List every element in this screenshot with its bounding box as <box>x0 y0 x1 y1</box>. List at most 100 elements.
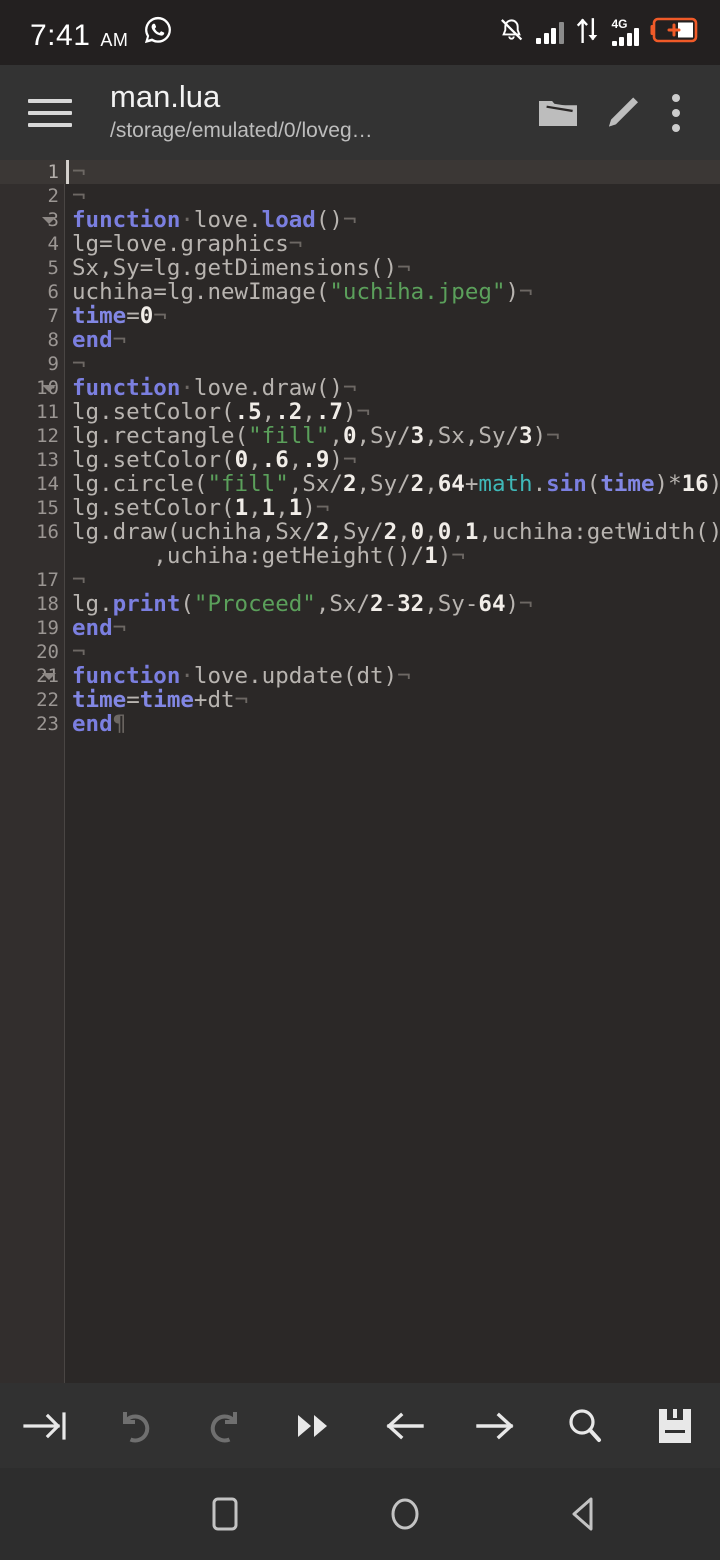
line-number: 10 <box>36 377 59 399</box>
hamburger-bar <box>28 122 72 127</box>
code-text[interactable]: ¬ <box>65 352 720 376</box>
page-title: man.lua <box>110 80 221 114</box>
fast-forward-button[interactable] <box>270 1383 360 1468</box>
code-text[interactable]: ¬ <box>65 160 720 184</box>
code-line[interactable]: 12 lg.rectangle("fill",0,Sy/3,Sx,Sy/3)¬ <box>0 424 720 448</box>
line-number: 22 <box>36 689 59 711</box>
code-line[interactable]: 23 end¶ <box>0 712 720 736</box>
code-text[interactable]: ¬ <box>65 568 720 592</box>
title-block[interactable]: man.lua /storage/emulated/0/loveg… <box>110 81 526 144</box>
code-line[interactable]: 15 lg.setColor(1,1,1)¬ <box>0 496 720 520</box>
line-number: 7 <box>47 305 59 327</box>
code-text[interactable]: time=0¬ <box>65 304 720 328</box>
search-button[interactable] <box>540 1383 630 1468</box>
pencil-icon[interactable] <box>590 81 654 145</box>
code-text[interactable]: lg.setColor(0,.6,.9)¬ <box>65 448 720 472</box>
code-text[interactable]: lg=love.graphics¬ <box>65 232 720 256</box>
line-number: 8 <box>47 329 59 351</box>
line-number: 4 <box>47 233 59 255</box>
code-line[interactable]: 16 lg.draw(uchiha,Sx/2,Sy/2,0,0,1,uchiha:… <box>0 520 720 568</box>
code-line[interactable]: 17 ¬ <box>0 568 720 592</box>
line-number: 19 <box>36 617 59 639</box>
line-number: 13 <box>36 449 59 471</box>
code-line[interactable]: 1 ¬ <box>0 160 720 184</box>
editor-toolbar <box>0 1383 720 1468</box>
bell-muted-icon <box>498 17 525 49</box>
code-text[interactable]: function·love.update(dt)¬ <box>65 664 720 688</box>
code-line[interactable]: 19 end¬ <box>0 616 720 640</box>
line-number: 5 <box>47 257 59 279</box>
line-number: 23 <box>36 713 59 735</box>
back-button[interactable] <box>495 1468 675 1560</box>
code-line[interactable]: 6 uchiha=lg.newImage("uchiha.jpeg")¬ <box>0 280 720 304</box>
home-button[interactable] <box>315 1468 495 1560</box>
code-text[interactable]: lg.setColor(1,1,1)¬ <box>65 496 720 520</box>
code-text[interactable]: end¬ <box>65 328 720 352</box>
line-number: 1 <box>0 160 65 184</box>
kebab-menu-icon[interactable] <box>654 81 698 145</box>
code-text[interactable]: ¬ <box>65 640 720 664</box>
signal-bars-icon <box>536 21 564 44</box>
code-line[interactable]: 2 ¬ <box>0 184 720 208</box>
code-line[interactable]: 7 time=0¬ <box>0 304 720 328</box>
signal-bars-secondary-icon <box>611 27 639 46</box>
hamburger-bar <box>28 110 72 115</box>
kebab-dot <box>672 123 680 132</box>
code-text[interactable]: uchiha=lg.newImage("uchiha.jpeg")¬ <box>65 280 720 304</box>
nav-right-button[interactable] <box>450 1383 540 1468</box>
code-line[interactable]: 5 Sx,Sy=lg.getDimensions()¬ <box>0 256 720 280</box>
code-text[interactable]: lg.circle("fill",Sx/2,Sy/2,64+math.sin(t… <box>65 472 720 496</box>
code-line[interactable]: 13 lg.setColor(0,.6,.9)¬ <box>0 448 720 472</box>
hamburger-bar <box>28 98 72 103</box>
android-navigation-bar <box>0 1468 720 1560</box>
status-bar: 7:41 AM 4G <box>0 0 720 65</box>
line-number: 17 <box>36 569 59 591</box>
code-line[interactable]: 10 function·love.draw()¬ <box>0 376 720 400</box>
code-text[interactable]: time=time+dt¬ <box>65 688 720 712</box>
code-line[interactable]: 8 end¬ <box>0 328 720 352</box>
fold-triangle-icon[interactable] <box>42 217 56 224</box>
status-clock: 7:41 <box>30 19 91 52</box>
status-bar-right: 4G <box>498 15 702 50</box>
nav-left-button[interactable] <box>360 1383 450 1468</box>
line-number: 11 <box>36 401 59 423</box>
code-text[interactable]: lg.draw(uchiha,Sx/2,Sy/2,0,0,1,uchiha:ge… <box>65 520 720 568</box>
code-text[interactable]: ¬ <box>65 184 720 208</box>
data-transfer-icon <box>575 16 601 49</box>
code-text[interactable]: lg.print("Proceed",Sx/2-32,Sy-64)¬ <box>65 592 720 616</box>
code-line[interactable]: 20 ¬ <box>0 640 720 664</box>
code-text[interactable]: function·love.draw()¬ <box>65 376 720 400</box>
code-line[interactable]: 18 lg.print("Proceed",Sx/2-32,Sy-64)¬ <box>0 592 720 616</box>
code-text[interactable]: lg.setColor(.5,.2,.7)¬ <box>65 400 720 424</box>
code-text[interactable]: Sx,Sy=lg.getDimensions()¬ <box>65 256 720 280</box>
redo-button[interactable] <box>180 1383 270 1468</box>
recents-button[interactable] <box>135 1468 315 1560</box>
whatsapp-icon <box>142 14 174 51</box>
line-number: 3 <box>0 208 65 232</box>
undo-button[interactable] <box>90 1383 180 1468</box>
code-line[interactable]: 21 function·love.update(dt)¬ <box>0 664 720 688</box>
fold-triangle-icon[interactable] <box>42 385 56 392</box>
code-text[interactable]: end¶ <box>65 712 720 736</box>
fold-triangle-icon[interactable] <box>42 673 56 680</box>
code-line[interactable]: 4 lg=love.graphics¬ <box>0 232 720 256</box>
code-text[interactable]: end¬ <box>65 616 720 640</box>
code-line[interactable]: 11 lg.setColor(.5,.2,.7)¬ <box>0 400 720 424</box>
tab-indent-button[interactable] <box>0 1383 90 1468</box>
code-line[interactable]: 9 ¬ <box>0 352 720 376</box>
status-clock-ampm: AM <box>100 30 129 50</box>
line-number: 2 <box>47 185 59 207</box>
line-number: 21 <box>36 665 59 687</box>
code-text[interactable]: lg.rectangle("fill",0,Sy/3,Sx,Sy/3)¬ <box>65 424 720 448</box>
code-text[interactable]: function·love.load()¬ <box>65 208 720 232</box>
code-line[interactable]: 22 time=time+dt¬ <box>0 688 720 712</box>
folder-open-icon[interactable] <box>526 81 590 145</box>
hamburger-icon[interactable] <box>28 85 84 141</box>
code-editor[interactable]: 1 ¬ 2 ¬ 3 function·love.load()¬ 4 lg=love.graph… <box>0 160 720 1383</box>
save-button[interactable] <box>630 1383 720 1468</box>
code-content[interactable]: 1 ¬ 2 ¬ 3 function·love.load()¬ 4 lg=love.graph… <box>0 160 720 1383</box>
line-number: 12 <box>36 425 59 447</box>
code-line[interactable]: 3 function·love.load()¬ <box>0 208 720 232</box>
code-line[interactable]: 14 lg.circle("fill",Sx/2,Sy/2,64+math.sin… <box>0 472 720 496</box>
line-number: 16 <box>36 521 59 543</box>
